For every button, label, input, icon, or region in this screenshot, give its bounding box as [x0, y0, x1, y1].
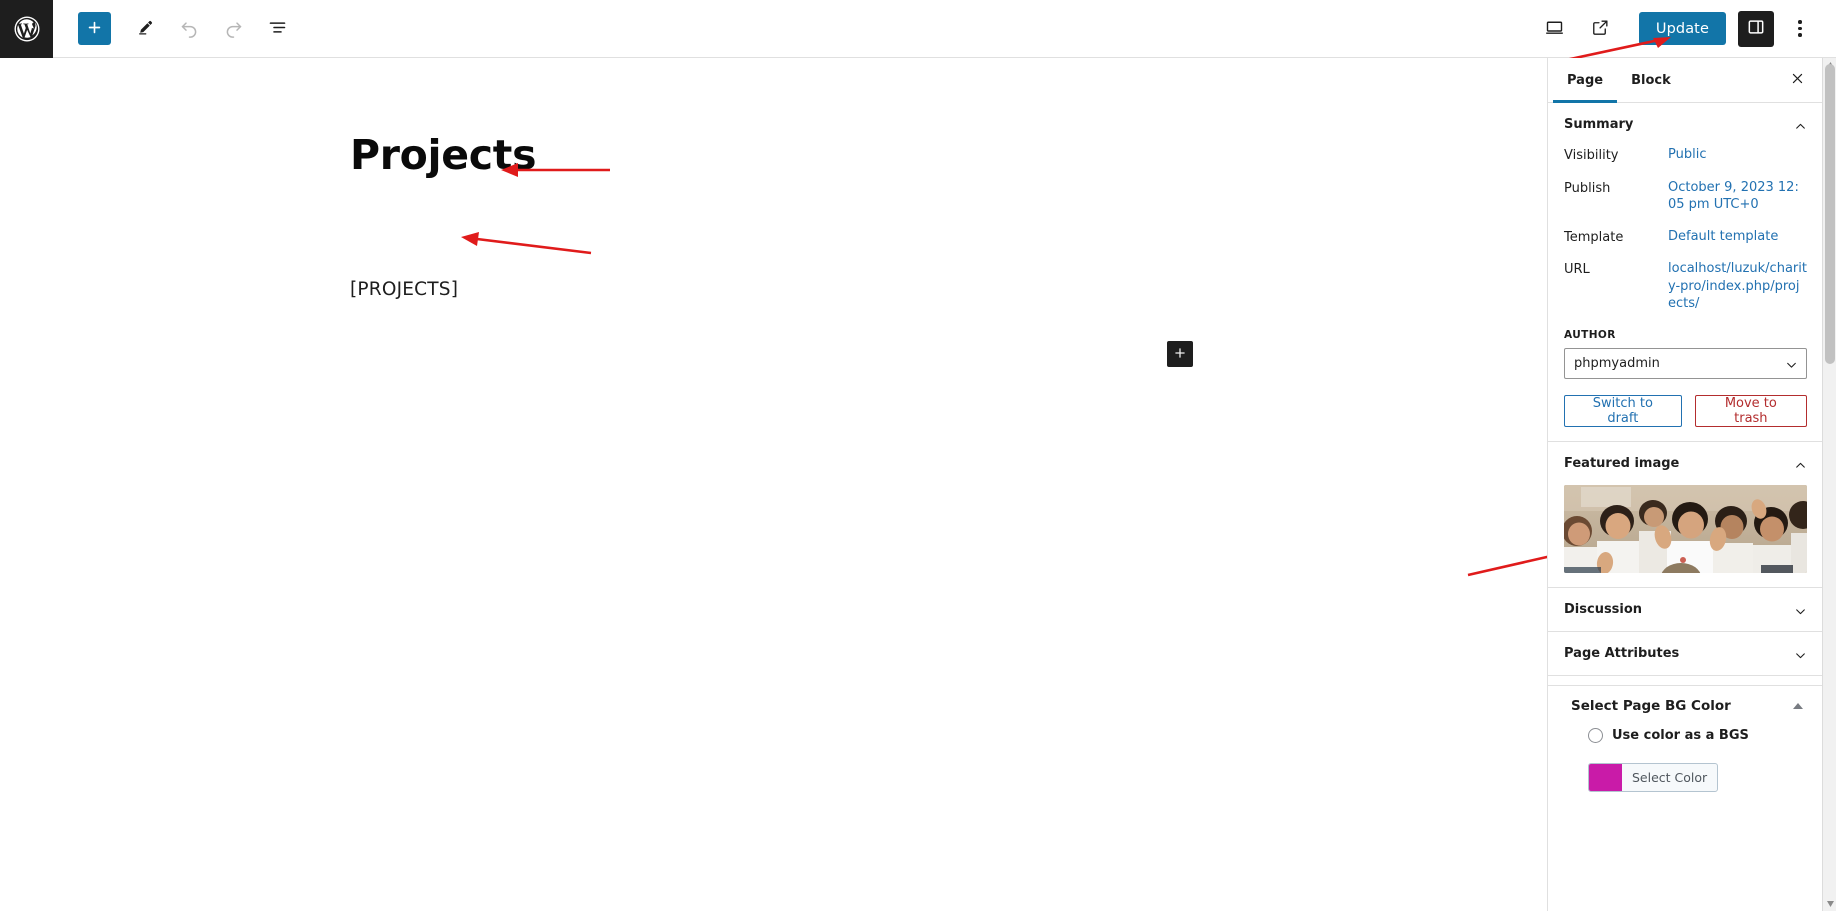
triangle-up-icon[interactable] — [1793, 702, 1803, 709]
use-color-as-bgs-row: Use color as a BGS — [1571, 727, 1800, 743]
list-view-button[interactable] — [255, 7, 299, 51]
pencil-edit-icon — [136, 18, 155, 40]
settings-sidebar-icon — [1746, 17, 1766, 40]
summary-action-buttons: Switch to draft Move to trash — [1564, 394, 1807, 427]
discussion-panel: Discussion — [1548, 588, 1823, 632]
visibility-value[interactable]: Public — [1668, 146, 1807, 164]
settings-sidebar-toggle[interactable] — [1738, 10, 1774, 47]
edit-tools-button[interactable] — [123, 7, 167, 51]
add-block-button[interactable] — [78, 12, 111, 45]
publish-value[interactable]: October 9, 2023 12:05 pm UTC+0 — [1668, 179, 1807, 214]
chevron-up-icon — [1794, 457, 1807, 470]
preview-device-button[interactable] — [1533, 7, 1577, 51]
author-select[interactable]: phpmyadmin — [1564, 347, 1807, 379]
tab-page[interactable]: Page — [1553, 58, 1618, 103]
plus-icon — [86, 19, 103, 39]
undo-button[interactable] — [167, 7, 211, 51]
post-title-block[interactable]: Projects — [350, 132, 537, 178]
wordpress-logo-icon — [12, 14, 42, 44]
summary-panel: Summary Visibility Public Publish Octobe… — [1548, 103, 1823, 442]
author-select-wrapper: phpmyadmin — [1564, 347, 1807, 379]
desktop-preview-icon — [1544, 17, 1565, 41]
kebab-dot-2 — [1798, 26, 1802, 31]
page-bg-color-metabox-body: Use color as a BGS Select Color — [1548, 727, 1823, 795]
featured-image-thumbnail[interactable] — [1564, 484, 1807, 573]
featured-image-panel-body — [1548, 484, 1823, 587]
editor-top-toolbar: Update — [0, 0, 1836, 58]
tab-block[interactable]: Block — [1617, 58, 1685, 102]
page-attributes-panel-title: Page Attributes — [1564, 645, 1680, 661]
featured-image-panel-header[interactable]: Featured image — [1548, 442, 1823, 485]
color-swatch — [1589, 763, 1622, 791]
sidebar-inner: Page Block Summary Visibility Public Pub… — [1548, 58, 1823, 805]
canvas-block-inserter-button[interactable] — [1167, 341, 1193, 367]
view-post-button[interactable] — [1579, 7, 1623, 51]
wordpress-logo-button[interactable] — [0, 0, 53, 58]
summary-row-template: Template Default template — [1564, 228, 1807, 247]
external-link-icon — [1591, 18, 1610, 40]
page-attributes-panel-header[interactable]: Page Attributes — [1548, 632, 1823, 675]
wordpress-block-editor: Update Projects [PROJECTS] Page Block Su… — [0, 0, 1836, 911]
close-sidebar-button[interactable] — [1783, 66, 1811, 94]
featured-image-artwork — [1564, 484, 1807, 573]
publish-label: Publish — [1564, 180, 1611, 196]
url-label: URL — [1564, 262, 1590, 278]
summary-panel-header[interactable]: Summary — [1548, 103, 1823, 146]
radio-circle-icon[interactable] — [1588, 727, 1603, 743]
redo-button[interactable] — [211, 7, 255, 51]
summary-row-publish: Publish October 9, 2023 12:05 pm UTC+0 — [1564, 179, 1807, 214]
toolbar-right-group: Update — [1533, 7, 1836, 51]
toolbar-left-group — [53, 7, 299, 51]
update-button[interactable]: Update — [1638, 12, 1726, 45]
page-bg-color-metabox: Select Page BG Color Use color as a BGS … — [1548, 686, 1823, 805]
scrollbar-thumb[interactable] — [1825, 64, 1835, 364]
discussion-panel-title: Discussion — [1564, 601, 1643, 617]
summary-panel-body: Visibility Public Publish October 9, 202… — [1548, 146, 1823, 441]
select-color-picker[interactable]: Select Color — [1588, 762, 1719, 792]
author-field-label: AUTHOR — [1564, 328, 1616, 341]
kebab-menu-icon — [1798, 20, 1802, 24]
move-to-trash-button[interactable]: Move to trash — [1694, 394, 1807, 427]
redo-arrow-icon — [223, 17, 244, 41]
shortcode-block[interactable]: [PROJECTS] — [350, 279, 458, 300]
summary-row-visibility: Visibility Public — [1564, 146, 1807, 165]
switch-to-draft-button[interactable]: Switch to draft — [1564, 394, 1682, 427]
featured-image-panel: Featured image — [1548, 442, 1823, 588]
page-bg-color-metabox-title: Select Page BG Color — [1571, 697, 1731, 714]
editor-canvas[interactable]: Projects [PROJECTS] — [0, 58, 1547, 911]
summary-panel-title: Summary — [1564, 117, 1634, 132]
url-value[interactable]: localhost/luzuk/charity-pro/index.php/pr… — [1668, 260, 1807, 313]
chevron-up-icon — [1794, 118, 1807, 131]
undo-arrow-icon — [179, 17, 200, 41]
page-attributes-panel: Page Attributes — [1548, 632, 1823, 676]
template-label: Template — [1564, 229, 1624, 245]
use-color-as-bgs-label: Use color as a BGS — [1612, 727, 1749, 743]
kebab-dot-3 — [1798, 33, 1802, 37]
visibility-label: Visibility — [1564, 148, 1619, 163]
summary-row-url: URL localhost/luzuk/charity-pro/index.ph… — [1564, 260, 1807, 313]
template-value[interactable]: Default template — [1668, 228, 1807, 246]
settings-sidebar: Page Block Summary Visibility Public Pub… — [1547, 58, 1836, 911]
select-color-label: Select Color — [1632, 769, 1708, 785]
page-bg-color-metabox-header[interactable]: Select Page BG Color — [1548, 686, 1823, 726]
more-options-button[interactable] — [1780, 9, 1820, 49]
sidebar-tabs: Page Block — [1548, 58, 1823, 103]
chevron-down-icon — [1794, 603, 1807, 616]
close-x-icon — [1790, 71, 1805, 89]
list-view-icon — [267, 17, 288, 41]
discussion-panel-header[interactable]: Discussion — [1548, 588, 1823, 631]
sidebar-scrollbar[interactable] — [1822, 58, 1836, 911]
metabox-separator — [1548, 675, 1823, 686]
featured-image-panel-title: Featured image — [1564, 455, 1680, 471]
scroll-down-arrow-icon[interactable] — [1823, 897, 1836, 911]
chevron-down-icon — [1794, 647, 1807, 660]
plus-icon — [1173, 346, 1187, 363]
